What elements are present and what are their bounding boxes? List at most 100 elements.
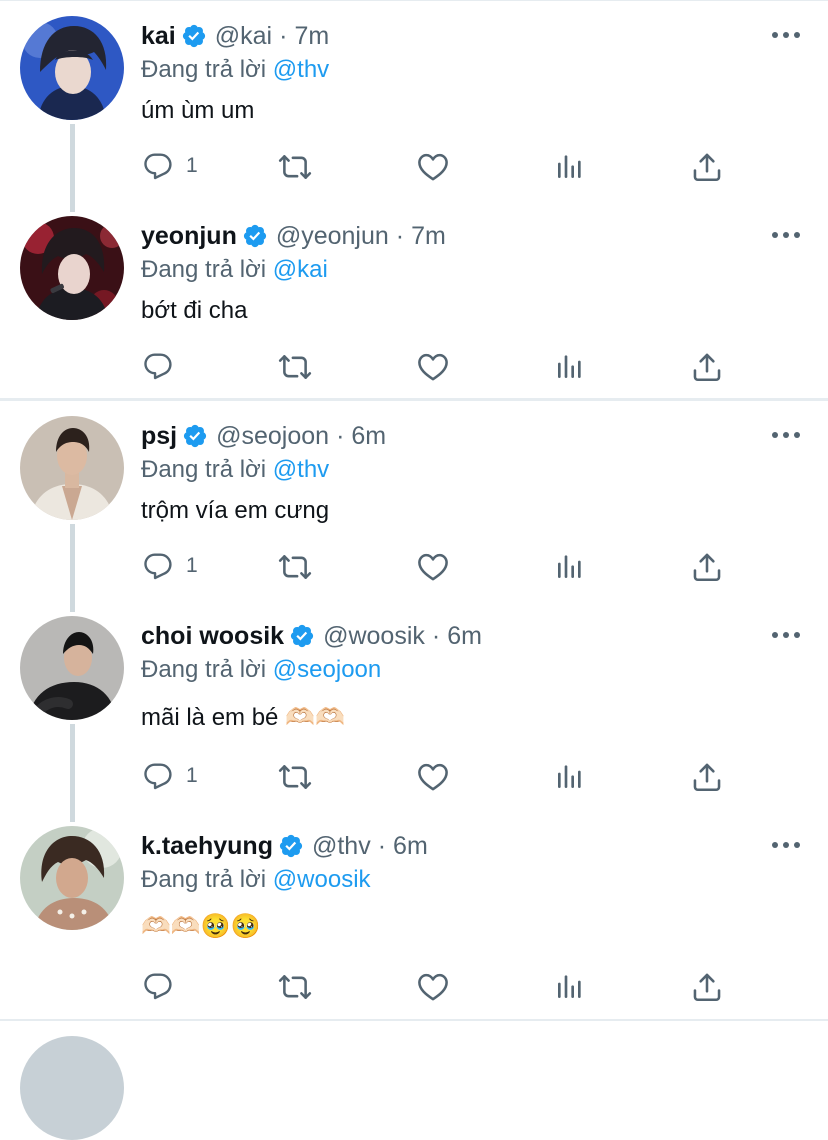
reply-count: 1 (186, 554, 198, 577)
verified-badge-icon (289, 623, 315, 649)
thread-line (70, 124, 75, 212)
handle[interactable]: @yeonjun (276, 222, 389, 251)
like-button[interactable] (416, 150, 450, 184)
views-button[interactable] (554, 150, 586, 182)
share-button[interactable] (690, 350, 724, 384)
retweet-button[interactable] (278, 150, 312, 184)
handle[interactable]: @woosik (323, 622, 425, 651)
verified-badge-icon (278, 833, 304, 859)
verified-badge-icon (181, 23, 207, 49)
analytics-icon (554, 760, 586, 792)
retweet-icon (278, 150, 312, 184)
mention-link[interactable]: @thv (273, 456, 329, 483)
reply-button[interactable]: 1 (142, 550, 198, 582)
more-options-icon[interactable] (772, 31, 800, 39)
tweet-text: 🫶🏻🫶🏻🥹🥹 (141, 913, 261, 940)
avatar-woosik (20, 616, 124, 720)
reply-button[interactable]: 1 (142, 760, 198, 792)
share-icon (690, 350, 724, 384)
verified-badge-icon (182, 423, 208, 449)
share-button[interactable] (690, 150, 724, 184)
avatar-psj (20, 416, 124, 520)
display-name[interactable]: psj (141, 422, 177, 451)
share-button[interactable] (690, 550, 724, 584)
tweet-text: trộm vía em cưng (141, 497, 330, 524)
mention-link[interactable]: @kai (273, 256, 328, 283)
avatar[interactable] (20, 826, 124, 930)
heart-icon (416, 150, 450, 184)
more-options-icon[interactable] (772, 231, 800, 239)
replying-to: Đang trả lời @kai (141, 256, 328, 284)
more-options-icon[interactable] (772, 841, 800, 849)
retweet-button[interactable] (278, 970, 312, 1004)
heart-icon (416, 970, 450, 1004)
tweet-header: k.taehyung @thv · 6m (141, 828, 428, 864)
reply-count: 1 (186, 154, 198, 177)
more-options-icon[interactable] (772, 631, 800, 639)
heart-icon (416, 760, 450, 794)
display-name[interactable]: choi woosik (141, 622, 284, 651)
share-button[interactable] (690, 970, 724, 1004)
thread-line (70, 524, 75, 612)
views-button[interactable] (554, 550, 586, 582)
mention-link[interactable]: @thv (273, 56, 329, 83)
tweet-header: kai @kai · 7m (141, 18, 329, 54)
share-icon (690, 760, 724, 794)
reply-icon (142, 350, 174, 382)
timestamp[interactable]: 6m (393, 832, 428, 861)
heart-icon (416, 350, 450, 384)
avatar[interactable] (20, 216, 124, 320)
handle[interactable]: @kai (215, 22, 272, 51)
timestamp[interactable]: 7m (294, 22, 329, 51)
avatar-taehyung (20, 826, 124, 930)
mention-link[interactable]: @seojoon (273, 656, 381, 683)
tweet-header: choi woosik @woosik · 6m (141, 618, 482, 654)
views-button[interactable] (554, 350, 586, 382)
like-button[interactable] (416, 760, 450, 794)
views-button[interactable] (554, 760, 586, 792)
more-options-icon[interactable] (772, 431, 800, 439)
handle[interactable]: @thv (312, 832, 371, 861)
replying-to: Đang trả lời @woosik (141, 866, 371, 894)
mention-link[interactable]: @woosik (273, 866, 371, 893)
avatar[interactable] (20, 416, 124, 520)
timestamp[interactable]: 7m (411, 222, 446, 251)
reply-icon (142, 970, 174, 1002)
reply-button[interactable] (142, 970, 186, 1002)
views-button[interactable] (554, 970, 586, 1002)
separator-dot: · (336, 421, 345, 450)
like-button[interactable] (416, 550, 450, 584)
retweet-icon (278, 970, 312, 1004)
share-button[interactable] (690, 760, 724, 794)
display-name[interactable]: kai (141, 22, 176, 51)
display-name[interactable]: yeonjun (141, 222, 237, 251)
share-icon (690, 150, 724, 184)
display-name[interactable]: k.taehyung (141, 832, 273, 861)
reply-button[interactable] (142, 350, 186, 382)
reply-count: 1 (186, 764, 198, 787)
avatar[interactable] (20, 616, 124, 720)
replying-to: Đang trả lời @seojoon (141, 656, 381, 684)
retweet-button[interactable] (278, 760, 312, 794)
avatar[interactable] (20, 1036, 124, 1140)
retweet-button[interactable] (278, 550, 312, 584)
replying-to-label: Đang trả lời (141, 56, 267, 83)
separator-dot: · (377, 831, 387, 860)
separator-dot: · (431, 621, 441, 650)
analytics-icon (554, 350, 586, 382)
reply-icon (142, 150, 174, 182)
reply-button[interactable]: 1 (142, 150, 198, 182)
retweet-icon (278, 350, 312, 384)
reply-icon (142, 760, 174, 792)
separator-dot: · (395, 221, 405, 250)
like-button[interactable] (416, 350, 450, 384)
like-button[interactable] (416, 970, 450, 1004)
avatar[interactable] (20, 16, 124, 120)
handle[interactable]: @seojoon (216, 422, 329, 451)
retweet-button[interactable] (278, 350, 312, 384)
separator-dot: · (279, 21, 288, 50)
timestamp[interactable]: 6m (447, 622, 482, 651)
heart-icon (416, 550, 450, 584)
timestamp[interactable]: 6m (351, 422, 386, 451)
tweet-header: yeonjun @yeonjun · 7m (141, 218, 446, 254)
